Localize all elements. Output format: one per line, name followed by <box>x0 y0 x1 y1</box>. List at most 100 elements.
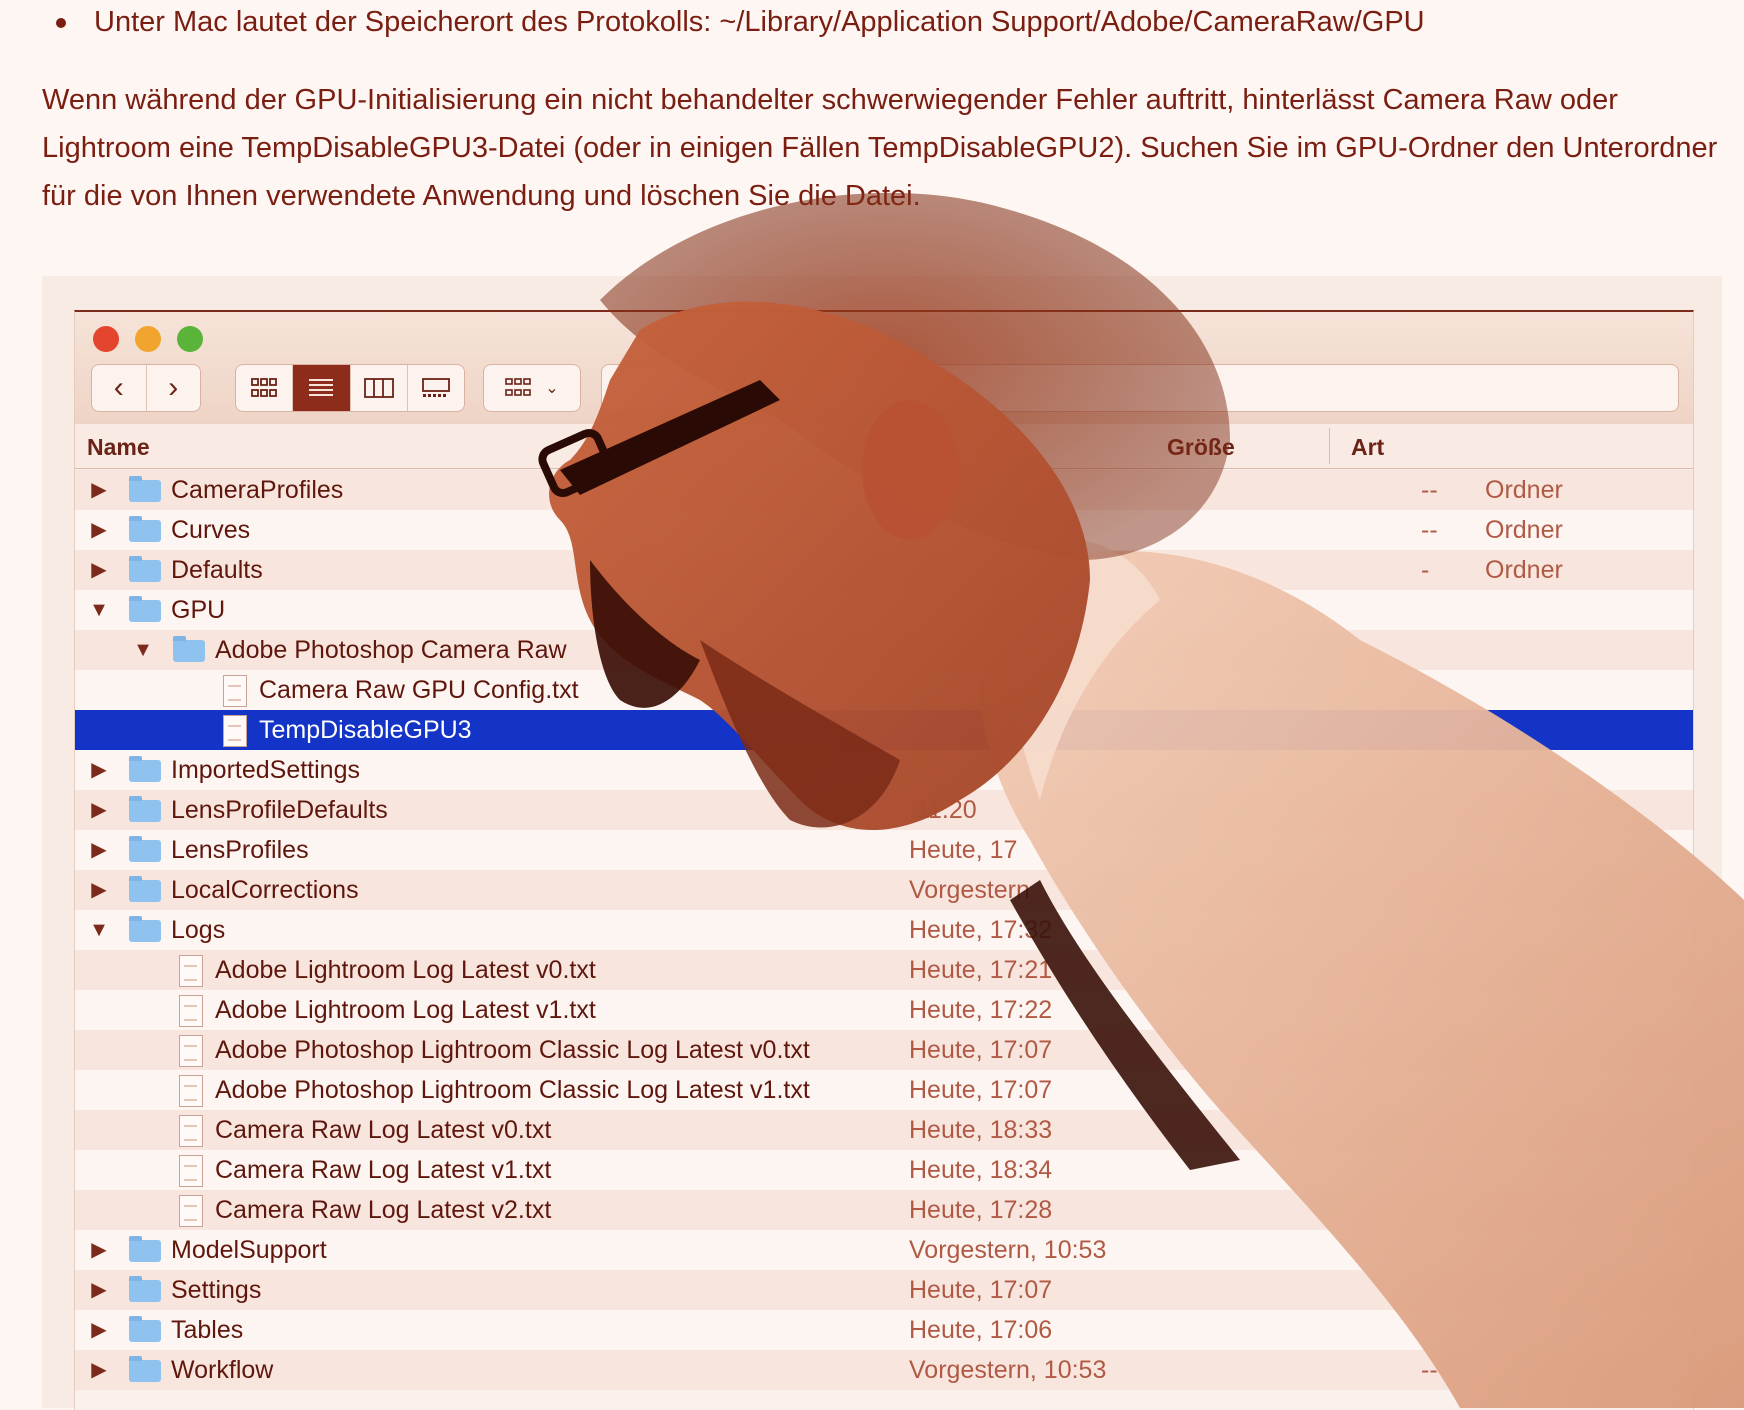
folder-row[interactable]: ▶ LensProfiles Heute, 17 <box>75 830 1693 870</box>
group-grid-icon <box>505 378 532 396</box>
row-date: Heute, 18:34 <box>909 1156 1053 1184</box>
file-row[interactable]: Camera Raw Log Latest v0.txt Heute, 18:33 <box>75 1110 1693 1150</box>
document-icon <box>223 715 247 747</box>
column-name[interactable]: Name <box>87 434 150 461</box>
row-name: Camera Raw Log Latest v1.txt <box>215 1156 552 1184</box>
disclosure-closed-icon[interactable]: ▶ <box>87 750 111 790</box>
navigation-buttons: ‹ › <box>91 364 201 412</box>
file-row[interactable]: Adobe Lightroom Log Latest v0.txt Heute, … <box>75 950 1693 990</box>
row-name: Curves <box>171 516 251 544</box>
bullet-dot-icon <box>56 18 66 29</box>
document-icon <box>223 675 247 707</box>
folder-row[interactable]: ▼ GPU <box>75 590 1693 630</box>
disclosure-closed-icon[interactable]: ▶ <box>87 870 111 910</box>
close-window-button[interactable] <box>93 326 119 352</box>
column-kind[interactable]: Art <box>1351 434 1384 461</box>
row-date: Vorgestern, 10:53 <box>909 1236 1107 1264</box>
file-row[interactable]: Camera Raw Log Latest v2.txt Heute, 17:28 <box>75 1190 1693 1230</box>
icon-grid-icon <box>251 378 278 397</box>
folder-row[interactable]: ▼ Adobe Photoshop Camera Raw <box>75 630 1693 670</box>
disclosure-closed-icon[interactable]: ▶ <box>87 1350 111 1390</box>
document-icon <box>179 995 203 1027</box>
arrange-menu[interactable]: ⌄ <box>483 364 581 412</box>
disclosure-open-icon[interactable]: ▼ <box>87 590 111 630</box>
row-date: Heute, 18:33 <box>909 1116 1053 1144</box>
icon-view-button[interactable] <box>236 365 294 411</box>
minimize-window-button[interactable] <box>135 326 161 352</box>
zoom-window-button[interactable] <box>177 326 203 352</box>
folder-row[interactable]: ▶ Tables Heute, 17:06 <box>75 1310 1693 1350</box>
row-date: Heute, 17:21 <box>909 956 1053 984</box>
file-row[interactable]: Adobe Photoshop Lightroom Classic Log La… <box>75 1070 1693 1110</box>
row-size: -- <box>1421 516 1438 544</box>
back-button[interactable]: ‹ <box>92 365 147 411</box>
document-icon <box>179 1155 203 1187</box>
disclosure-open-icon[interactable]: ▼ <box>131 630 155 670</box>
bullet-text: Unter Mac lautet der Speicherort des Pro… <box>94 6 1425 38</box>
file-row[interactable]: TempDisableGPU3 <box>75 710 1693 750</box>
row-name: ImportedSettings <box>171 756 360 784</box>
row-name: Camera Raw GPU Config.txt <box>259 676 579 704</box>
folder-icon <box>129 796 161 822</box>
row-name: Adobe Photoshop Camera Raw <box>215 636 567 664</box>
folder-icon <box>129 1316 161 1342</box>
column-divider[interactable] <box>1329 428 1330 464</box>
document-icon <box>179 1075 203 1107</box>
row-date: Heute, 17:06 <box>909 1316 1053 1344</box>
row-name: Adobe Lightroom Log Latest v1.txt <box>215 996 596 1024</box>
file-row[interactable]: Adobe Photoshop Lightroom Classic Log La… <box>75 1030 1693 1070</box>
folder-icon <box>129 556 161 582</box>
folder-icon <box>129 876 161 902</box>
folder-icon <box>129 916 161 942</box>
forward-button[interactable]: › <box>147 365 201 411</box>
folder-row[interactable]: ▶ LocalCorrections Vorgestern <box>75 870 1693 910</box>
row-name: Settings <box>171 1276 262 1304</box>
disclosure-open-icon[interactable]: ▼ <box>87 910 111 950</box>
row-date: Vorgestern <box>909 876 1030 904</box>
column-view-button[interactable] <box>351 365 408 411</box>
column-header: Name Größe Art <box>75 424 1693 469</box>
folder-row[interactable]: ▶ ImportedSettings <box>75 750 1693 790</box>
file-row[interactable]: Adobe Lightroom Log Latest v1.txt Heute, … <box>75 990 1693 1030</box>
folder-icon <box>129 1276 161 1302</box>
disclosure-closed-icon[interactable]: ▶ <box>87 830 111 870</box>
folder-row[interactable]: ▶ Settings Heute, 17:07 <box>75 1270 1693 1310</box>
bullet-item: Unter Mac lautet der Speicherort des Pro… <box>56 0 1425 44</box>
search-field[interactable] <box>601 364 1679 412</box>
list-icon <box>309 379 334 396</box>
column-size[interactable]: Größe <box>1167 434 1235 461</box>
row-date: Heute, 17:22 <box>909 996 1053 1024</box>
file-row[interactable]: Camera Raw Log Latest v1.txt Heute, 18:34 <box>75 1150 1693 1190</box>
chevron-down-icon: ⌄ <box>545 380 559 397</box>
disclosure-closed-icon[interactable]: ▶ <box>87 1310 111 1350</box>
folder-row[interactable]: ▶ LensProfileDefaults .11.20 <box>75 790 1693 830</box>
file-row[interactable]: Camera Raw GPU Config.txt <box>75 670 1693 710</box>
chevron-right-icon: › <box>168 371 179 404</box>
folder-row[interactable]: ▶ Defaults - Ordner <box>75 550 1693 590</box>
row-name: GPU <box>171 596 226 624</box>
folder-icon <box>129 476 161 502</box>
row-name: CameraProfiles <box>171 476 344 504</box>
gallery-icon <box>421 378 450 397</box>
row-name: ModelSupport <box>171 1236 327 1264</box>
disclosure-closed-icon[interactable]: ▶ <box>87 470 111 510</box>
row-name: Defaults <box>171 556 263 584</box>
disclosure-closed-icon[interactable]: ▶ <box>87 1230 111 1270</box>
list-view-button[interactable] <box>293 365 351 411</box>
folder-row[interactable]: ▶ CameraProfiles -- Ordner <box>75 470 1693 510</box>
folder-row[interactable]: ▶ Workflow Vorgestern, 10:53 -- <box>75 1350 1693 1390</box>
folder-row[interactable]: ▼ Logs Heute, 17:32 <box>75 910 1693 950</box>
disclosure-closed-icon[interactable]: ▶ <box>87 790 111 830</box>
disclosure-closed-icon[interactable]: ▶ <box>87 510 111 550</box>
row-name: Logs <box>171 916 226 944</box>
folder-row[interactable]: ▶ Curves -- Ordner <box>75 510 1693 550</box>
disclosure-closed-icon[interactable]: ▶ <box>87 1270 111 1310</box>
arrange-button[interactable]: ⌄ <box>484 365 580 411</box>
gallery-view-button[interactable] <box>408 365 464 411</box>
row-name: Camera Raw Log Latest v2.txt <box>215 1196 552 1224</box>
paragraph: Wenn während der GPU-Initialisierung ein… <box>42 76 1722 220</box>
row-date: Heute, 17:28 <box>909 1196 1053 1224</box>
disclosure-closed-icon[interactable]: ▶ <box>87 550 111 590</box>
folder-row[interactable]: ▶ ModelSupport Vorgestern, 10:53 <box>75 1230 1693 1270</box>
folder-icon <box>129 756 161 782</box>
